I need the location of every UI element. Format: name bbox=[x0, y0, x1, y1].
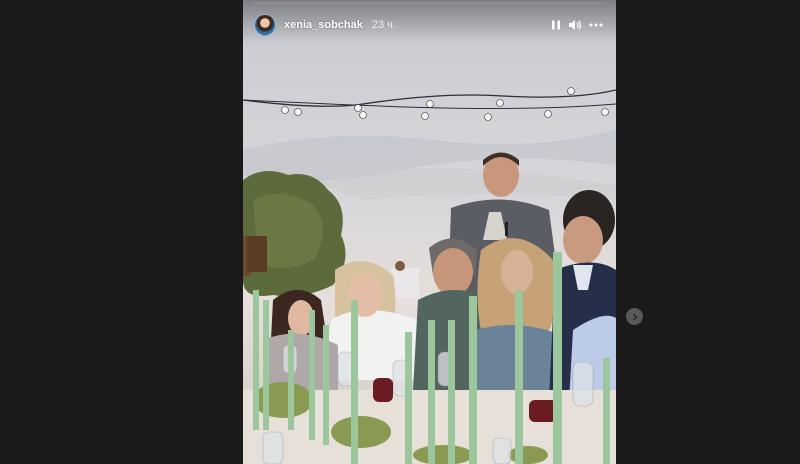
story-header: xenia_sobchak 23 ч. bbox=[243, 0, 616, 44]
user-avatar-icon[interactable] bbox=[254, 14, 276, 36]
next-story-button[interactable] bbox=[626, 308, 643, 325]
more-options-icon[interactable] bbox=[588, 19, 604, 31]
story-viewer[interactable]: xenia_sobchak 23 ч. bbox=[243, 0, 616, 464]
username-link[interactable]: xenia_sobchak bbox=[284, 19, 363, 31]
pause-icon[interactable] bbox=[550, 19, 562, 31]
volume-icon[interactable] bbox=[568, 19, 582, 31]
story-photo bbox=[243, 0, 616, 464]
story-timestamp: 23 ч. bbox=[371, 19, 396, 31]
story-controls bbox=[550, 19, 604, 31]
chevron-right-icon bbox=[631, 313, 639, 321]
